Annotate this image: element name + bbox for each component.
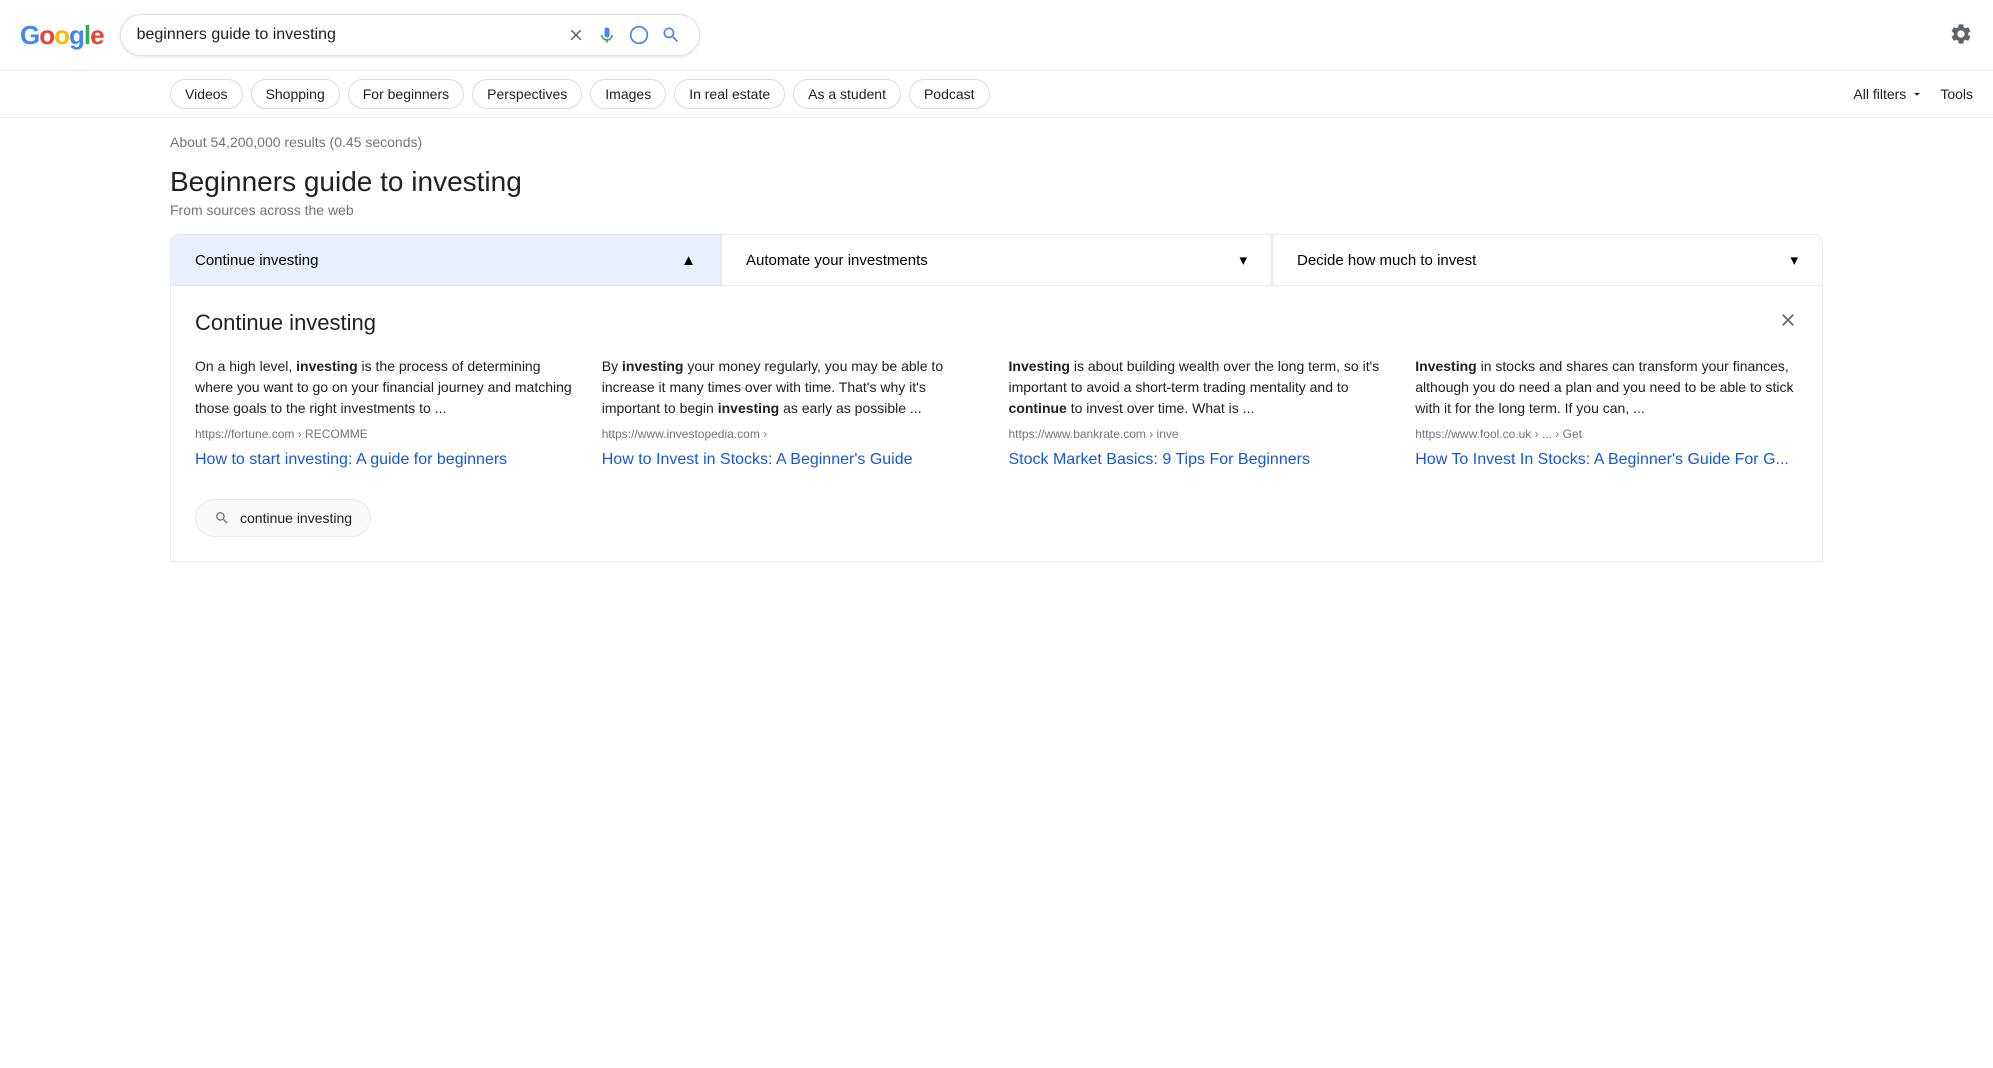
card-snippet: On a high level, investing is the proces… <box>195 356 578 419</box>
expanded-panel: Continue investing On a high level, inve… <box>170 286 1823 562</box>
lens-button[interactable] <box>627 23 651 47</box>
expanded-panel-title: Continue investing <box>195 310 1798 336</box>
voice-search-button[interactable] <box>595 23 619 47</box>
filter-chip-for-beginners[interactable]: For beginners <box>348 79 464 109</box>
panel-title: Beginners guide to investing <box>170 166 1823 198</box>
search-suggestion-icon <box>214 510 230 526</box>
card-url: https://fortune.com › RECOMME <box>195 427 578 441</box>
card-link[interactable]: How To Invest In Stocks: A Beginner's Gu… <box>1415 449 1798 471</box>
filter-chip-shopping[interactable]: Shopping <box>251 79 340 109</box>
accordion-tab-automate[interactable]: Automate your investments ▾ <box>721 234 1272 286</box>
filter-chip-podcast[interactable]: Podcast <box>909 79 990 109</box>
card-snippet: By investing your money regularly, you m… <box>602 356 985 419</box>
google-logo: Google <box>20 20 104 51</box>
filter-chip-as-a-student[interactable]: As a student <box>793 79 901 109</box>
accordion-tab-label: Continue investing <box>195 252 318 269</box>
accordion-tab-label: Decide how much to invest <box>1297 252 1476 269</box>
result-card: By investing your money regularly, you m… <box>602 356 985 471</box>
search-suggestion-text: continue investing <box>240 510 352 526</box>
result-card: On a high level, investing is the proces… <box>195 356 578 471</box>
card-link[interactable]: How to start investing: A guide for begi… <box>195 449 578 471</box>
card-url: https://www.bankrate.com › inve <box>1009 427 1392 441</box>
header-right <box>1949 22 1973 49</box>
accordion-tab-decide[interactable]: Decide how much to invest ▾ <box>1272 234 1823 286</box>
search-button[interactable] <box>659 23 683 47</box>
card-url: https://www.investopedia.com › <box>602 427 985 441</box>
settings-button[interactable] <box>1949 22 1973 49</box>
filters-bar: Videos Shopping For beginners Perspectiv… <box>0 71 1993 118</box>
main-content: About 54,200,000 results (0.45 seconds) … <box>0 118 1993 594</box>
search-input[interactable]: beginners guide to investing <box>137 26 555 44</box>
search-suggestion[interactable]: continue investing <box>195 499 371 537</box>
chevron-up-icon: ▲ <box>681 252 696 269</box>
panel-close-button[interactable] <box>1778 310 1798 335</box>
panel-subtitle: From sources across the web <box>170 202 1823 218</box>
search-bar: beginners guide to investing <box>120 14 700 56</box>
result-cards-grid: On a high level, investing is the proces… <box>195 356 1798 471</box>
accordion-tabs: Continue investing ▲ Automate your inves… <box>170 234 1823 286</box>
filter-chip-in-real-estate[interactable]: In real estate <box>674 79 785 109</box>
card-url: https://www.fool.co.uk › ... › Get <box>1415 427 1798 441</box>
chevron-down-icon: ▾ <box>1790 251 1798 269</box>
all-filters-button[interactable]: All filters <box>1853 86 1924 102</box>
card-snippet: Investing in stocks and shares can trans… <box>1415 356 1798 419</box>
card-link[interactable]: How to Invest in Stocks: A Beginner's Gu… <box>602 449 985 471</box>
tools-button[interactable]: Tools <box>1940 86 1973 102</box>
result-card: Investing is about building wealth over … <box>1009 356 1392 471</box>
accordion-tab-label: Automate your investments <box>746 252 928 269</box>
card-link[interactable]: Stock Market Basics: 9 Tips For Beginner… <box>1009 449 1392 471</box>
result-card: Investing in stocks and shares can trans… <box>1415 356 1798 471</box>
all-filters-label: All filters <box>1853 86 1906 102</box>
chevron-down-icon: ▾ <box>1239 251 1247 269</box>
card-snippet: Investing is about building wealth over … <box>1009 356 1392 419</box>
filter-chip-videos[interactable]: Videos <box>170 79 243 109</box>
search-icons <box>565 23 683 47</box>
accordion-tab-continue-investing[interactable]: Continue investing ▲ <box>170 234 721 286</box>
filters-right: All filters Tools <box>1853 86 1973 102</box>
filter-chip-perspectives[interactable]: Perspectives <box>472 79 582 109</box>
clear-button[interactable] <box>565 24 587 46</box>
header: Google beginners guide to investing <box>0 0 1993 71</box>
results-count: About 54,200,000 results (0.45 seconds) <box>170 134 1823 150</box>
filter-chip-images[interactable]: Images <box>590 79 666 109</box>
chevron-down-icon <box>1910 87 1924 101</box>
